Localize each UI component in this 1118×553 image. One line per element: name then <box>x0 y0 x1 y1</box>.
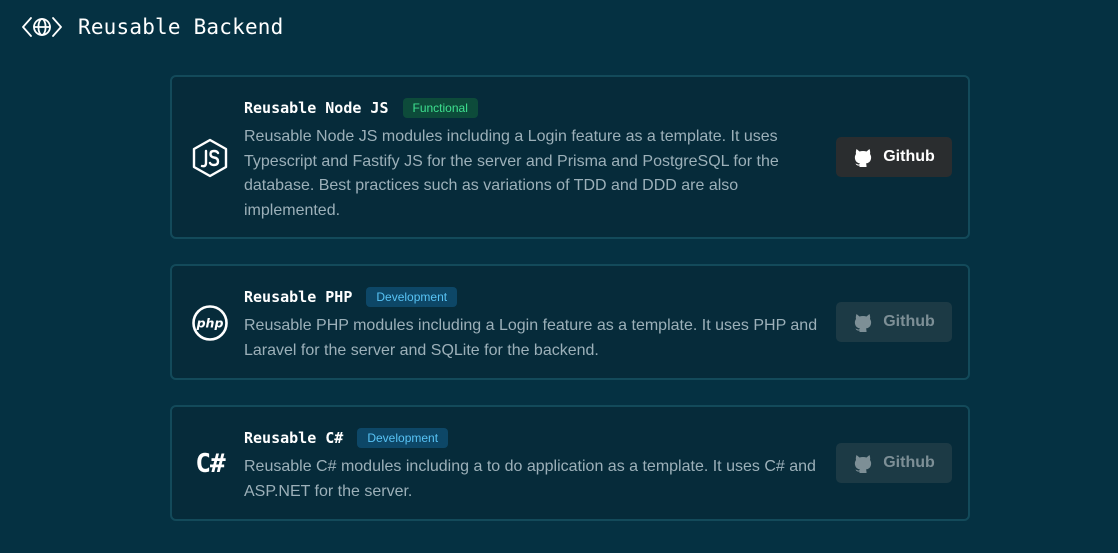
github-button-label: Github <box>883 313 935 330</box>
csharp-icon: C# <box>190 444 230 484</box>
github-button[interactable]: Github <box>836 137 952 177</box>
project-card-php: php Reusable PHP Development Reusable PH… <box>170 264 970 380</box>
project-title: Reusable PHP <box>244 288 353 306</box>
project-description: Reusable Node JS modules including a Log… <box>244 128 779 219</box>
project-title: Reusable Node JS <box>244 99 389 117</box>
github-icon <box>853 147 873 167</box>
project-title: Reusable C# <box>244 429 344 447</box>
github-button[interactable]: Github <box>836 302 952 342</box>
svg-text:php: php <box>196 316 224 331</box>
code-globe-icon <box>22 13 62 41</box>
project-card-body: Reusable C# Development Reusable C# modu… <box>244 427 822 504</box>
github-icon <box>853 312 873 332</box>
project-card-header: Reusable C# Development <box>244 427 822 449</box>
project-card-nodejs: Reusable Node JS Functional Reusable Nod… <box>170 75 970 239</box>
project-description: Reusable PHP modules including a Login f… <box>244 317 818 359</box>
project-card-body: Reusable Node JS Functional Reusable Nod… <box>244 97 822 223</box>
project-card-header: Reusable PHP Development <box>244 286 822 308</box>
nodejs-icon <box>190 138 230 178</box>
project-card-header: Reusable Node JS Functional <box>244 97 822 119</box>
status-badge: Functional <box>402 98 478 118</box>
project-card-body: Reusable PHP Development Reusable PHP mo… <box>244 286 822 363</box>
project-card-csharp: C# Reusable C# Development Reusable C# m… <box>170 405 970 521</box>
github-button[interactable]: Github <box>836 443 952 483</box>
project-list: Reusable Node JS Functional Reusable Nod… <box>170 75 970 521</box>
github-button-label: Github <box>883 148 935 165</box>
page-header: Reusable Backend <box>22 13 284 41</box>
project-description: Reusable C# modules including a to do ap… <box>244 458 816 500</box>
status-badge: Development <box>357 428 449 448</box>
csharp-icon-glyph: C# <box>195 449 225 479</box>
php-icon: php <box>190 303 230 343</box>
status-badge: Development <box>366 287 458 307</box>
github-button-label: Github <box>883 454 935 471</box>
page-title: Reusable Backend <box>78 15 284 39</box>
github-icon <box>853 453 873 473</box>
